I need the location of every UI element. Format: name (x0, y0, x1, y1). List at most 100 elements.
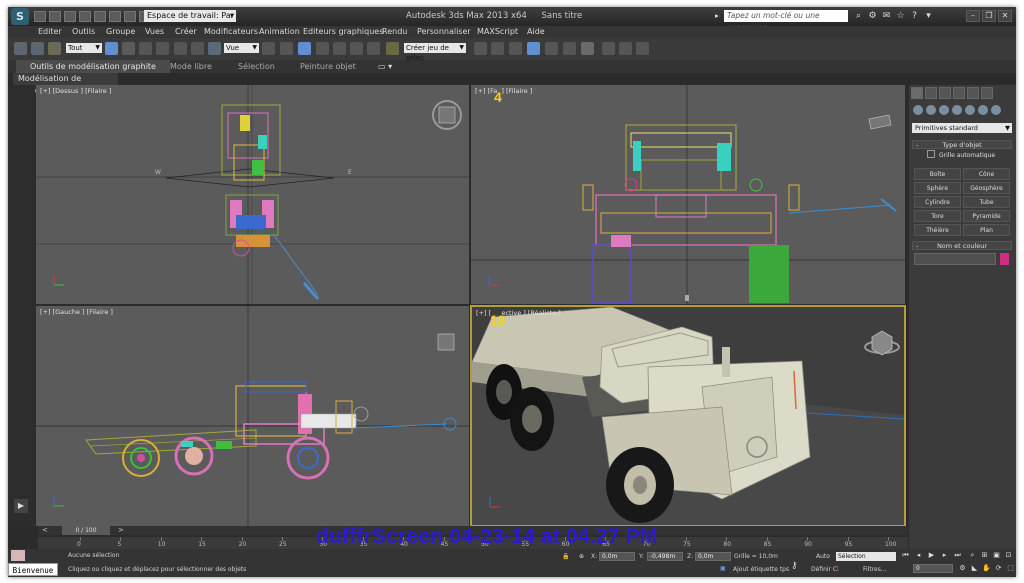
tab-object-paint[interactable]: Peinture objet (300, 60, 356, 73)
menu-creer[interactable]: Créer (175, 27, 197, 36)
material-editor-icon[interactable] (581, 42, 594, 55)
zoom-all-icon[interactable]: ⊞ (980, 551, 989, 560)
viewport-perspective-label[interactable]: [+] [ ective ] [Réaliste ] (476, 309, 561, 317)
pivot-center-icon[interactable] (262, 42, 275, 55)
mirror-icon[interactable] (474, 42, 487, 55)
viewport-top-label[interactable]: [+] [Dessus ] [Filaire ] (40, 87, 111, 95)
torus-button[interactable]: Tore (914, 210, 961, 222)
tab-graphite-modeling-tools[interactable]: Outils de modélisation graphite (16, 60, 170, 73)
new-file-icon[interactable] (34, 11, 46, 22)
render-setup-icon[interactable] (602, 42, 615, 55)
helpers-icon[interactable] (965, 105, 975, 115)
menu-outils[interactable]: Outils (72, 27, 95, 36)
window-crossing-icon[interactable] (156, 42, 169, 55)
set-key-button[interactable]: Définir C. (811, 566, 839, 573)
viewport-front-label[interactable]: [+] [Fa ] [Filaire ] (475, 87, 532, 95)
space-warps-icon[interactable] (978, 105, 988, 115)
utilities-tab-icon[interactable] (981, 87, 993, 99)
display-tab-icon[interactable] (967, 87, 979, 99)
add-time-tag[interactable]: Ajout étiquette tps (733, 566, 789, 573)
bind-space-warp-icon[interactable] (48, 42, 61, 55)
key-filter-icon[interactable]: ⌇ (836, 565, 839, 572)
object-type-rollout-header[interactable]: - Type d'objet (912, 140, 1012, 149)
menu-aide[interactable]: Aide (527, 27, 545, 36)
menu-personnaliser[interactable]: Personnaliser (417, 27, 471, 36)
reference-coord-dropdown[interactable]: Vue ▼ (224, 43, 259, 53)
sphere-button[interactable]: Sphère (914, 182, 961, 194)
pan-icon[interactable]: ✋ (982, 564, 991, 573)
autogrid-checkbox[interactable]: Grille automatique (927, 150, 995, 159)
slider-next-icon[interactable]: > (118, 526, 124, 534)
y-coordinate-field[interactable]: -0,498m (647, 552, 683, 561)
close-icon[interactable]: ✕ (998, 10, 1012, 22)
workspace-dropdown[interactable]: Espace de travail: Par ▾ (144, 10, 236, 22)
rendered-frame-icon[interactable] (619, 42, 632, 55)
menu-groupe[interactable]: Groupe (106, 27, 135, 36)
percent-snap-icon[interactable] (350, 42, 363, 55)
undo-dropdown-icon[interactable] (94, 11, 106, 22)
key-filters-button[interactable]: Filtres... (863, 566, 887, 573)
lock-selection-icon[interactable]: 🔒 (562, 553, 569, 560)
geosphere-button[interactable]: Géosphère (963, 182, 1010, 194)
link-icon[interactable] (14, 42, 27, 55)
object-name-input[interactable] (914, 253, 996, 265)
geometry-icon[interactable] (913, 105, 923, 115)
minimize-icon[interactable]: – (966, 10, 980, 22)
subscription-icon[interactable]: ⚙ (867, 11, 878, 21)
play-icon[interactable]: ▶ (14, 499, 28, 513)
rect-selection-icon[interactable] (139, 42, 152, 55)
absolute-mode-icon[interactable]: ⊕ (579, 553, 584, 560)
undo-icon[interactable] (79, 11, 91, 22)
cone-button[interactable]: Cône (963, 168, 1010, 180)
named-selection-dropdown[interactable]: Créer jeu de sélec ▼ (404, 43, 466, 62)
curve-editor-icon[interactable] (545, 42, 558, 55)
maxscript-listener-icon[interactable] (11, 550, 25, 561)
favorites-star-icon[interactable]: ☆ (895, 11, 906, 21)
select-by-name-icon[interactable] (122, 42, 135, 55)
systems-icon[interactable] (991, 105, 1001, 115)
tube-button[interactable]: Tube (963, 196, 1010, 208)
lights-icon[interactable] (939, 105, 949, 115)
graphite-toggle-icon[interactable] (527, 42, 540, 55)
save-file-icon[interactable] (64, 11, 76, 22)
communication-icon[interactable]: ✉ (881, 11, 892, 21)
go-to-start-icon[interactable]: ⏮ (901, 551, 910, 560)
chevron-right-icon[interactable]: ▸ (715, 10, 719, 22)
pyramid-button[interactable]: Pyramide (963, 210, 1010, 222)
current-frame-field[interactable]: 0 (913, 564, 953, 573)
key-mode-dropdown[interactable]: Sélection (836, 552, 896, 561)
help-dropdown-icon[interactable]: ▾ (923, 11, 934, 21)
help-icon[interactable]: ? (909, 11, 920, 21)
slider-prev-icon[interactable]: < (42, 526, 48, 534)
zoom-extents-icon[interactable]: ▣ (992, 551, 1001, 560)
unlink-icon[interactable] (31, 42, 44, 55)
shapes-icon[interactable] (926, 105, 936, 115)
time-config-icon[interactable]: ⚙ (958, 564, 967, 573)
menu-maxscript[interactable]: MAXScript (477, 27, 518, 36)
menu-editer[interactable]: Editer (38, 27, 62, 36)
go-to-end-icon[interactable]: ⏭ (953, 551, 962, 560)
play-animation-icon[interactable]: ▶ (927, 551, 936, 560)
time-slider[interactable]: 0 / 100 (62, 526, 110, 535)
menu-editeurs-graphiques[interactable]: Editeurs graphiques (303, 27, 383, 36)
menu-modificateurs[interactable]: Modificateurs (204, 27, 258, 36)
angle-snap-icon[interactable] (333, 42, 346, 55)
select-object-icon[interactable] (105, 42, 118, 55)
search-input[interactable]: ▸ Tapez un mot-clé ou une expression (715, 10, 848, 32)
tab-selection[interactable]: Sélection (238, 60, 275, 73)
next-frame-icon[interactable]: ▸ (940, 551, 949, 560)
viewport-front[interactable]: [+] [Fa ] [Filaire ] 4 (471, 85, 905, 304)
cameras-icon[interactable] (952, 105, 962, 115)
app-logo-icon[interactable]: S (11, 8, 29, 25)
plane-button[interactable]: Plan (963, 224, 1010, 236)
name-color-rollout-header[interactable]: - Nom et couleur (912, 241, 1012, 250)
auto-key-button[interactable]: Auto (816, 553, 830, 560)
menu-vues[interactable]: Vues (145, 27, 164, 36)
hierarchy-tab-icon[interactable] (939, 87, 951, 99)
spinner-snap-icon[interactable] (367, 42, 380, 55)
viewport-left[interactable]: [+] [Gauche ] [Filaire ] (36, 306, 469, 526)
object-color-swatch[interactable] (1000, 253, 1009, 265)
menu-rendu[interactable]: Rendu (382, 27, 407, 36)
scale-icon[interactable] (208, 42, 221, 55)
tab-freeform[interactable]: Mode libre (170, 60, 212, 73)
